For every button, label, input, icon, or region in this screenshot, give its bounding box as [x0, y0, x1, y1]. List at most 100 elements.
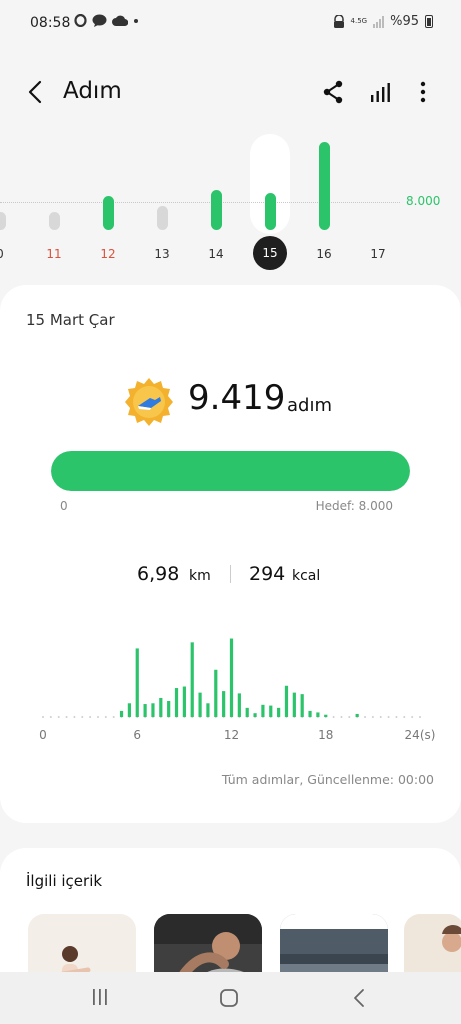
hourly-bar	[214, 669, 218, 717]
day-bar-11[interactable]	[48, 212, 60, 230]
hourly-bar	[229, 638, 234, 717]
page-title: Adım	[63, 78, 122, 104]
hourly-bar	[284, 685, 289, 717]
day-bar-12[interactable]	[102, 195, 114, 230]
achievement-medal-icon	[125, 378, 173, 426]
hour-dot	[89, 716, 92, 718]
goal-progress-bar	[51, 451, 410, 491]
updated-text: Tüm adımlar, Güncellenme: 00:00	[221, 772, 434, 787]
hourly-bar	[355, 713, 359, 717]
calories-unit: kcal	[292, 568, 321, 584]
hour-dot	[371, 716, 374, 718]
hourly-bar	[135, 648, 139, 717]
status-bar: 08:58 4.5G %95	[0, 0, 461, 48]
day-bar-14[interactable]	[210, 189, 222, 230]
hour-dot	[96, 716, 99, 718]
hourly-bar	[174, 688, 179, 717]
related-title: İlgili içerik	[26, 872, 103, 890]
hourly-bar	[159, 697, 163, 717]
steps-count: 9.419	[188, 378, 286, 418]
goal-progress-fill	[51, 451, 410, 491]
battery-text: %95	[390, 14, 419, 29]
back-icon[interactable]	[350, 987, 368, 1009]
hour-dot	[57, 716, 60, 718]
hourly-bar	[127, 703, 131, 717]
hourly-bar	[222, 691, 226, 717]
x-tick-label: 0	[39, 728, 47, 742]
day-bar-15[interactable]	[264, 193, 276, 230]
recent-apps-icon[interactable]	[90, 988, 110, 1006]
hour-dot	[379, 716, 382, 718]
daily-summary-card: 15 Mart Çar 9.419 adım 0 Hedef: 8.000 6,…	[0, 285, 461, 823]
day-label-0[interactable]: 0	[0, 247, 15, 261]
day-label-12[interactable]: 12	[93, 247, 123, 261]
network-type: 4.5G	[350, 17, 368, 25]
hour-dot	[112, 716, 115, 718]
goal-line	[0, 202, 400, 203]
hour-dot	[364, 716, 367, 718]
selected-date: 15 Mart Çar	[26, 311, 115, 329]
app-bar: Adım	[0, 64, 461, 120]
hour-dot	[65, 716, 68, 718]
hourly-bar	[198, 692, 202, 717]
day-label-15[interactable]: 15	[253, 236, 287, 270]
stats-divider	[230, 565, 231, 583]
day-label-11[interactable]: 11	[39, 247, 69, 261]
hourly-bar	[119, 710, 124, 717]
back-arrow-icon[interactable]	[22, 78, 50, 106]
progress-goal-label: Hedef: 8.000	[315, 499, 393, 513]
opera-icon	[74, 14, 87, 27]
distance-unit: km	[189, 568, 211, 584]
hourly-bar	[253, 713, 257, 717]
chat-icon	[92, 14, 107, 27]
hourly-bar	[167, 701, 171, 717]
hour-dot	[419, 716, 421, 718]
day-label-13[interactable]: 13	[147, 247, 177, 261]
status-time: 08:58	[30, 15, 71, 31]
hourly-steps-chart: 0 6 12 18 24(s)	[39, 638, 436, 742]
steps-unit: adım	[287, 395, 332, 416]
system-nav-bar	[0, 972, 461, 1024]
day-label-16[interactable]: 16	[309, 247, 339, 261]
battery-icon	[425, 15, 433, 28]
hourly-bar	[245, 707, 249, 717]
hourly-bar	[324, 714, 328, 717]
lock-icon	[333, 15, 344, 28]
day-bar-16[interactable]	[318, 141, 330, 230]
hourly-bar	[308, 710, 312, 717]
day-bar-13[interactable]	[156, 205, 168, 230]
hour-dot	[81, 716, 84, 718]
hourly-bar	[292, 692, 296, 717]
goal-label: 8.000	[406, 194, 441, 208]
x-tick-label: 6	[133, 728, 141, 742]
day-label-14[interactable]: 14	[201, 247, 231, 261]
bar-chart-icon[interactable]	[367, 78, 393, 106]
hourly-bar	[261, 704, 265, 717]
hourly-bar	[277, 707, 281, 717]
hourly-bar	[182, 686, 186, 717]
hourly-bar	[143, 704, 147, 717]
x-tick-label: 12	[224, 728, 239, 742]
more-vertical-icon[interactable]	[412, 78, 434, 106]
hourly-bar	[190, 642, 194, 717]
weekly-steps-chart: 8.000 0 11 12 13 14 15 16 17	[0, 130, 461, 280]
calories-value: 294	[249, 563, 286, 585]
hour-dot	[42, 716, 44, 718]
x-tick-label: 18	[318, 728, 333, 742]
hour-dot	[387, 716, 390, 718]
hour-dot	[49, 716, 52, 718]
dot-icon	[134, 18, 138, 23]
stats-row: 6,98 km 294 kcal	[0, 561, 461, 591]
status-left-icons	[74, 14, 139, 27]
day-label-17[interactable]: 17	[363, 247, 393, 261]
cloud-icon	[112, 15, 128, 26]
hour-dot	[395, 716, 398, 718]
hourly-bar	[237, 693, 241, 717]
x-tick-label: 24(s)	[405, 728, 436, 742]
hour-dot	[340, 716, 343, 718]
day-bar-0[interactable]	[0, 212, 6, 230]
hourly-bar	[206, 703, 210, 717]
hourly-bar	[269, 705, 273, 717]
home-icon[interactable]	[218, 987, 240, 1009]
share-icon[interactable]	[320, 78, 346, 106]
